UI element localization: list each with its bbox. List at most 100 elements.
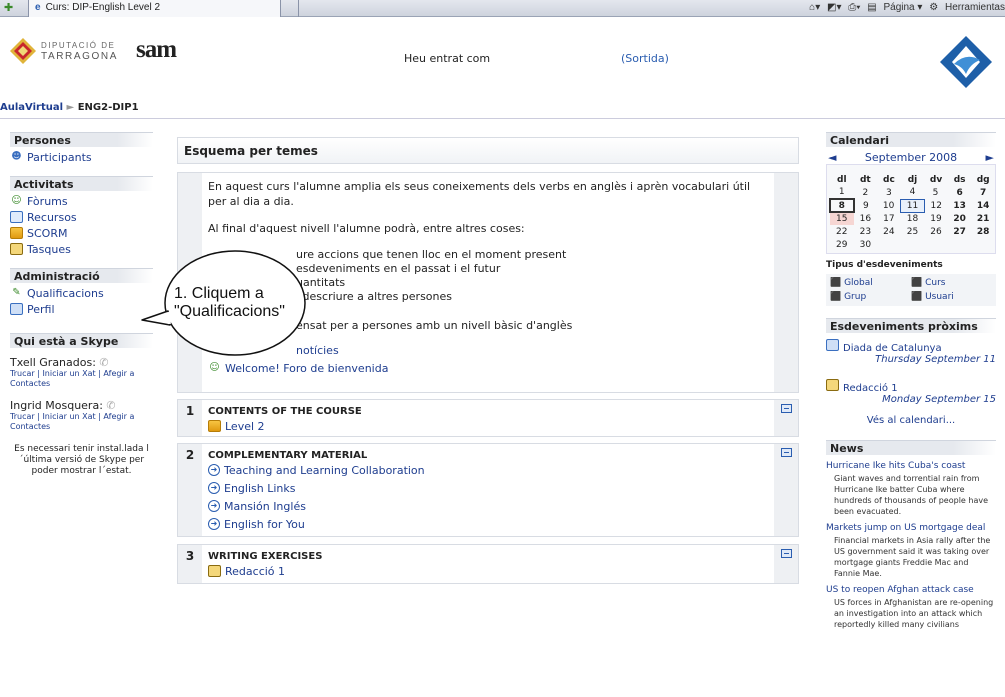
sidebar-item-qualificacions[interactable]: ✎ Qualificacions <box>10 285 153 301</box>
calendar-day[interactable]: 11 <box>900 198 925 213</box>
calendar-day[interactable]: 20 <box>948 212 972 225</box>
page-menu[interactable]: ▤ Página ▾ <box>867 2 922 13</box>
event-type-usuari[interactable]: ⬛ Usuari <box>911 292 992 302</box>
diputacio-logo[interactable]: DIPUTACIÓ DE TARRAGONA <box>10 38 125 72</box>
block-admin-title: Administració <box>10 268 153 283</box>
event-type-grup[interactable]: ⬛ Grup <box>830 292 911 302</box>
forum-icon: ☺ <box>11 195 22 206</box>
calendar-day <box>901 238 925 251</box>
news-headline[interactable]: Hurricane Ike hits Cuba's coast <box>826 461 996 471</box>
link-icon: ➜ <box>208 482 220 494</box>
skype-status-icon: ✆ <box>106 399 116 412</box>
calendar-day[interactable]: 28 <box>971 225 995 238</box>
calendar-day[interactable]: 1 <box>830 186 854 199</box>
calendar-weekday: dc <box>883 174 895 185</box>
logout-link[interactable]: (Sortida) <box>621 52 669 65</box>
sidebar-item-tasques[interactable]: Tasques <box>10 241 153 257</box>
calendar-next-button[interactable]: ► <box>986 151 994 164</box>
block-activitats-title: Activitats <box>10 176 153 191</box>
calendar-day[interactable]: 14 <box>971 199 995 212</box>
feeds-icon[interactable]: ◩▾ <box>827 2 841 13</box>
calendar-nav: ◄ September 2008 ► <box>826 151 996 164</box>
calendar-day[interactable]: 18 <box>901 212 925 225</box>
news-headline[interactable]: US to reopen Afghan attack case <box>826 585 996 595</box>
section-title: CONTENTS OF THE COURSE <box>208 406 362 417</box>
sam-logo-text: SAM <box>136 36 177 63</box>
event-types-title: Tipus d'esdeveniments <box>826 260 943 270</box>
calendar-day[interactable]: 8 <box>829 198 855 213</box>
collapse-toggle-icon[interactable] <box>781 448 792 457</box>
activity-link[interactable]: ➜ Teaching and Learning Collaboration <box>208 461 770 479</box>
calendar-day[interactable]: 27 <box>948 225 972 238</box>
task-icon <box>208 565 221 577</box>
calendar-day[interactable]: 3 <box>877 186 901 199</box>
activity-link[interactable]: ➜ English for You <box>208 515 770 533</box>
calendar-day[interactable]: 5 <box>924 186 948 199</box>
upcoming-title: Esdeveniments pròxims <box>826 318 996 333</box>
calendar-event-icon <box>826 339 839 351</box>
calendar-day <box>971 238 995 251</box>
tools-menu[interactable]: ⚙ Herramientas <box>929 2 1005 13</box>
intro-paragraph: En aquest curs l'alumne amplia els seus … <box>208 180 751 208</box>
activity-link[interactable]: ➜ English Links <box>208 479 770 497</box>
calendar-day[interactable]: 22 <box>830 225 854 238</box>
section-title: COMPLEMENTARY MATERIAL <box>208 450 368 461</box>
breadcrumb-root[interactable]: AulaVirtual <box>0 102 63 113</box>
go-to-calendar-link[interactable]: Vés al calendari... <box>826 415 996 426</box>
sidebar-item-perfil[interactable]: Perfil <box>10 301 153 317</box>
calendar-day[interactable]: 23 <box>854 225 878 238</box>
calendar-day[interactable]: 16 <box>854 212 878 225</box>
calendar-day[interactable]: 24 <box>877 225 901 238</box>
calendar-day[interactable]: 9 <box>854 199 878 212</box>
activity-scorm-level2[interactable]: Level 2 <box>208 417 770 435</box>
calendar-day[interactable]: 10 <box>877 199 901 212</box>
calendar-day[interactable]: 26 <box>924 225 948 238</box>
calendar-day[interactable]: 4 <box>901 186 925 199</box>
left-column: Persones ☻ Participants Activitats ☺ Fòrum… <box>10 132 153 477</box>
section-2: 2 COMPLEMENTARY MATERIAL ➜ Teaching and L… <box>177 443 799 537</box>
scorm-icon <box>208 420 221 432</box>
calendar-grid: dl dt dc dj dv ds dg 1 2 3 4 5 6 7 8 9 10 11 12 13 14 15 16 17 1… <box>826 164 996 254</box>
calendar-day[interactable]: 7 <box>971 186 995 199</box>
news-headline[interactable]: Markets jump on US mortgage deal <box>826 523 996 533</box>
print-icon[interactable]: ⎙▾ <box>848 2 860 13</box>
activity-assignment[interactable]: Redacció 1 <box>208 562 770 580</box>
calendar-day[interactable]: 29 <box>830 238 854 251</box>
profile-icon <box>10 303 23 315</box>
calendar-day[interactable]: 15 <box>830 212 854 225</box>
calendar-day[interactable]: 13 <box>948 199 972 212</box>
favorites-icon[interactable]: ✚ <box>4 1 22 15</box>
sidebar-item-scorm[interactable]: SCORM <box>10 225 153 241</box>
sam-logo[interactable]: SAM <box>136 36 216 76</box>
calendar-month[interactable]: September 2008 <box>865 151 957 164</box>
block-skype-title: Qui està a Skype <box>10 333 153 348</box>
sidebar-item-participants[interactable]: ☻ Participants <box>10 149 153 165</box>
collapse-toggle-icon[interactable] <box>781 549 792 558</box>
calendar-day[interactable]: 30 <box>854 238 878 251</box>
skype-user-2-links[interactable]: Trucar | Iniciar un Xat | Afegir a Conta… <box>10 412 153 432</box>
skype-user-2: Ingrid Mosquera: ✆ <box>10 399 116 412</box>
upcoming-event[interactable]: Diada de Catalunya Thursday September 11 <box>826 339 996 365</box>
event-type-curs[interactable]: ⬛ Curs <box>911 278 992 288</box>
new-tab-button[interactable] <box>283 0 299 17</box>
calendar-day[interactable]: 12 <box>924 199 948 212</box>
calendar-prev-button[interactable]: ◄ <box>828 151 836 164</box>
event-type-global[interactable]: ⬛ Global <box>830 278 911 288</box>
sidebar-item-recursos[interactable]: Recursos <box>10 209 153 225</box>
home-icon[interactable]: ⌂▾ <box>809 2 820 13</box>
skype-user-1-links[interactable]: Trucar | Iniciar un Xat | Afegir a Conta… <box>10 369 153 389</box>
sidebar-item-forums[interactable]: ☺ Fòrums <box>10 193 153 209</box>
calendar-day[interactable]: 21 <box>971 212 995 225</box>
calendar-day[interactable]: 19 <box>924 212 948 225</box>
calendar-day <box>924 238 948 251</box>
acm-logo[interactable] <box>936 34 996 94</box>
breadcrumb-separator: ► <box>66 102 75 113</box>
calendar-day[interactable]: 25 <box>901 225 925 238</box>
upcoming-event[interactable]: Redacció 1 Monday September 15 <box>826 379 996 405</box>
browser-tab[interactable]: e Curs: DIP-English Level 2 <box>28 0 281 17</box>
calendar-day[interactable]: 2 <box>854 186 878 199</box>
collapse-toggle-icon[interactable] <box>781 404 792 413</box>
calendar-day[interactable]: 17 <box>877 212 901 225</box>
calendar-day[interactable]: 6 <box>948 186 972 199</box>
activity-link[interactable]: ➜ Mansión Inglés <box>208 497 770 515</box>
